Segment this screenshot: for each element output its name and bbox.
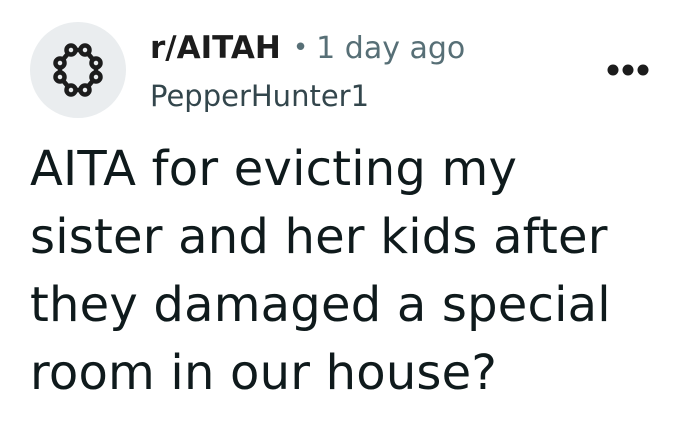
post-timestamp: 1 day ago (316, 30, 466, 66)
post-title[interactable]: AITA for evicting my sister and her kids… (30, 135, 650, 407)
post-meta: r/AITAH • 1 day ago PepperHunter1 (150, 26, 465, 116)
subreddit-link[interactable]: r/AITAH (150, 30, 281, 66)
post-card: r/AITAH • 1 day ago PepperHunter1 AITA f… (0, 0, 675, 425)
meta-separator: • (292, 33, 309, 63)
meta-line: r/AITAH • 1 day ago (150, 26, 465, 70)
horizontal-ellipsis-icon (607, 64, 649, 76)
ring-of-circles-icon (53, 43, 103, 97)
overflow-menu-button[interactable] (600, 46, 656, 94)
author-link[interactable]: PepperHunter1 (150, 76, 465, 116)
subreddit-avatar[interactable] (30, 22, 126, 118)
